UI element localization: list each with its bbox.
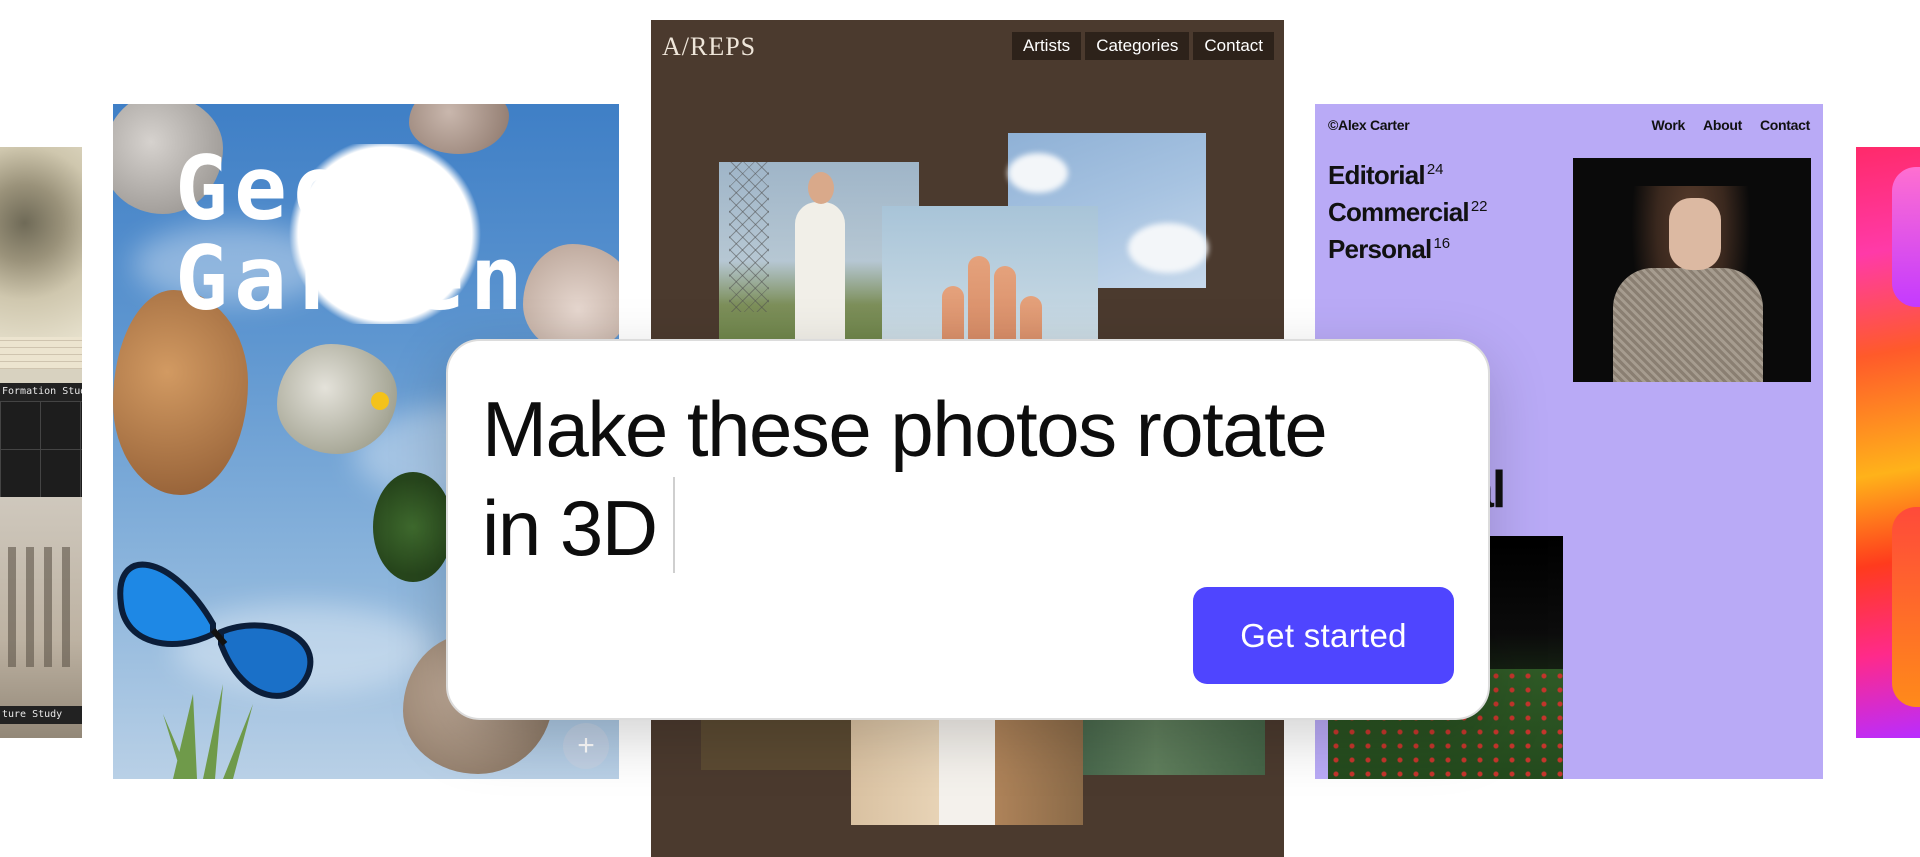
nav-artists[interactable]: Artists bbox=[1011, 32, 1082, 60]
prompt-line-2: in 3D bbox=[482, 484, 658, 572]
prompt-line-1: Make these photos rotate bbox=[482, 385, 1328, 473]
alex-logo[interactable]: ©Alex Carter bbox=[1328, 117, 1410, 133]
nav-categories[interactable]: Categories bbox=[1085, 32, 1190, 60]
alex-nav: Work About Contact bbox=[1651, 117, 1810, 133]
grass-image bbox=[163, 684, 253, 779]
category-personal[interactable]: Personal 16 bbox=[1328, 228, 1488, 265]
geo-garden-title: Geo Garden bbox=[175, 144, 595, 324]
right-preview-card[interactable] bbox=[1856, 147, 1920, 738]
nav-about[interactable]: About bbox=[1703, 117, 1742, 133]
category-list: Editorial 24 Commercial 22 Personal 16 bbox=[1328, 154, 1488, 265]
text-caret bbox=[672, 477, 675, 573]
structure-caption: ture Study bbox=[0, 706, 82, 724]
nav-work[interactable]: Work bbox=[1651, 117, 1685, 133]
nav-contact[interactable]: Contact bbox=[1193, 32, 1274, 60]
gradient-shape bbox=[1892, 507, 1920, 707]
yellow-dot bbox=[371, 392, 389, 410]
category-commercial[interactable]: Commercial 22 bbox=[1328, 191, 1488, 228]
prompt-input-card[interactable]: Make these photos rotate in 3D Get start… bbox=[446, 339, 1490, 720]
get-started-button[interactable]: Get started bbox=[1193, 587, 1454, 684]
add-button[interactable]: + bbox=[563, 723, 609, 769]
formation-caption: Formation Study bbox=[0, 383, 82, 401]
grid-panel bbox=[0, 401, 82, 497]
photo-person-coat[interactable] bbox=[851, 710, 1083, 825]
temple-photo bbox=[0, 497, 82, 738]
nav-contact[interactable]: Contact bbox=[1760, 117, 1810, 133]
portrait-photo[interactable] bbox=[1573, 158, 1811, 382]
category-editorial[interactable]: Editorial 24 bbox=[1328, 154, 1488, 191]
prompt-text-input[interactable]: Make these photos rotate in 3D bbox=[482, 381, 1442, 576]
gradient-shape bbox=[1892, 167, 1920, 307]
stone-photo bbox=[0, 147, 82, 337]
areps-nav: Artists Categories Contact bbox=[1011, 32, 1274, 60]
grass-disc-image bbox=[373, 472, 453, 582]
areps-logo[interactable]: A/REPS bbox=[662, 32, 756, 62]
left-preview-card[interactable]: Formation Study ture Study bbox=[0, 147, 82, 738]
handwriting-photo bbox=[0, 337, 82, 369]
